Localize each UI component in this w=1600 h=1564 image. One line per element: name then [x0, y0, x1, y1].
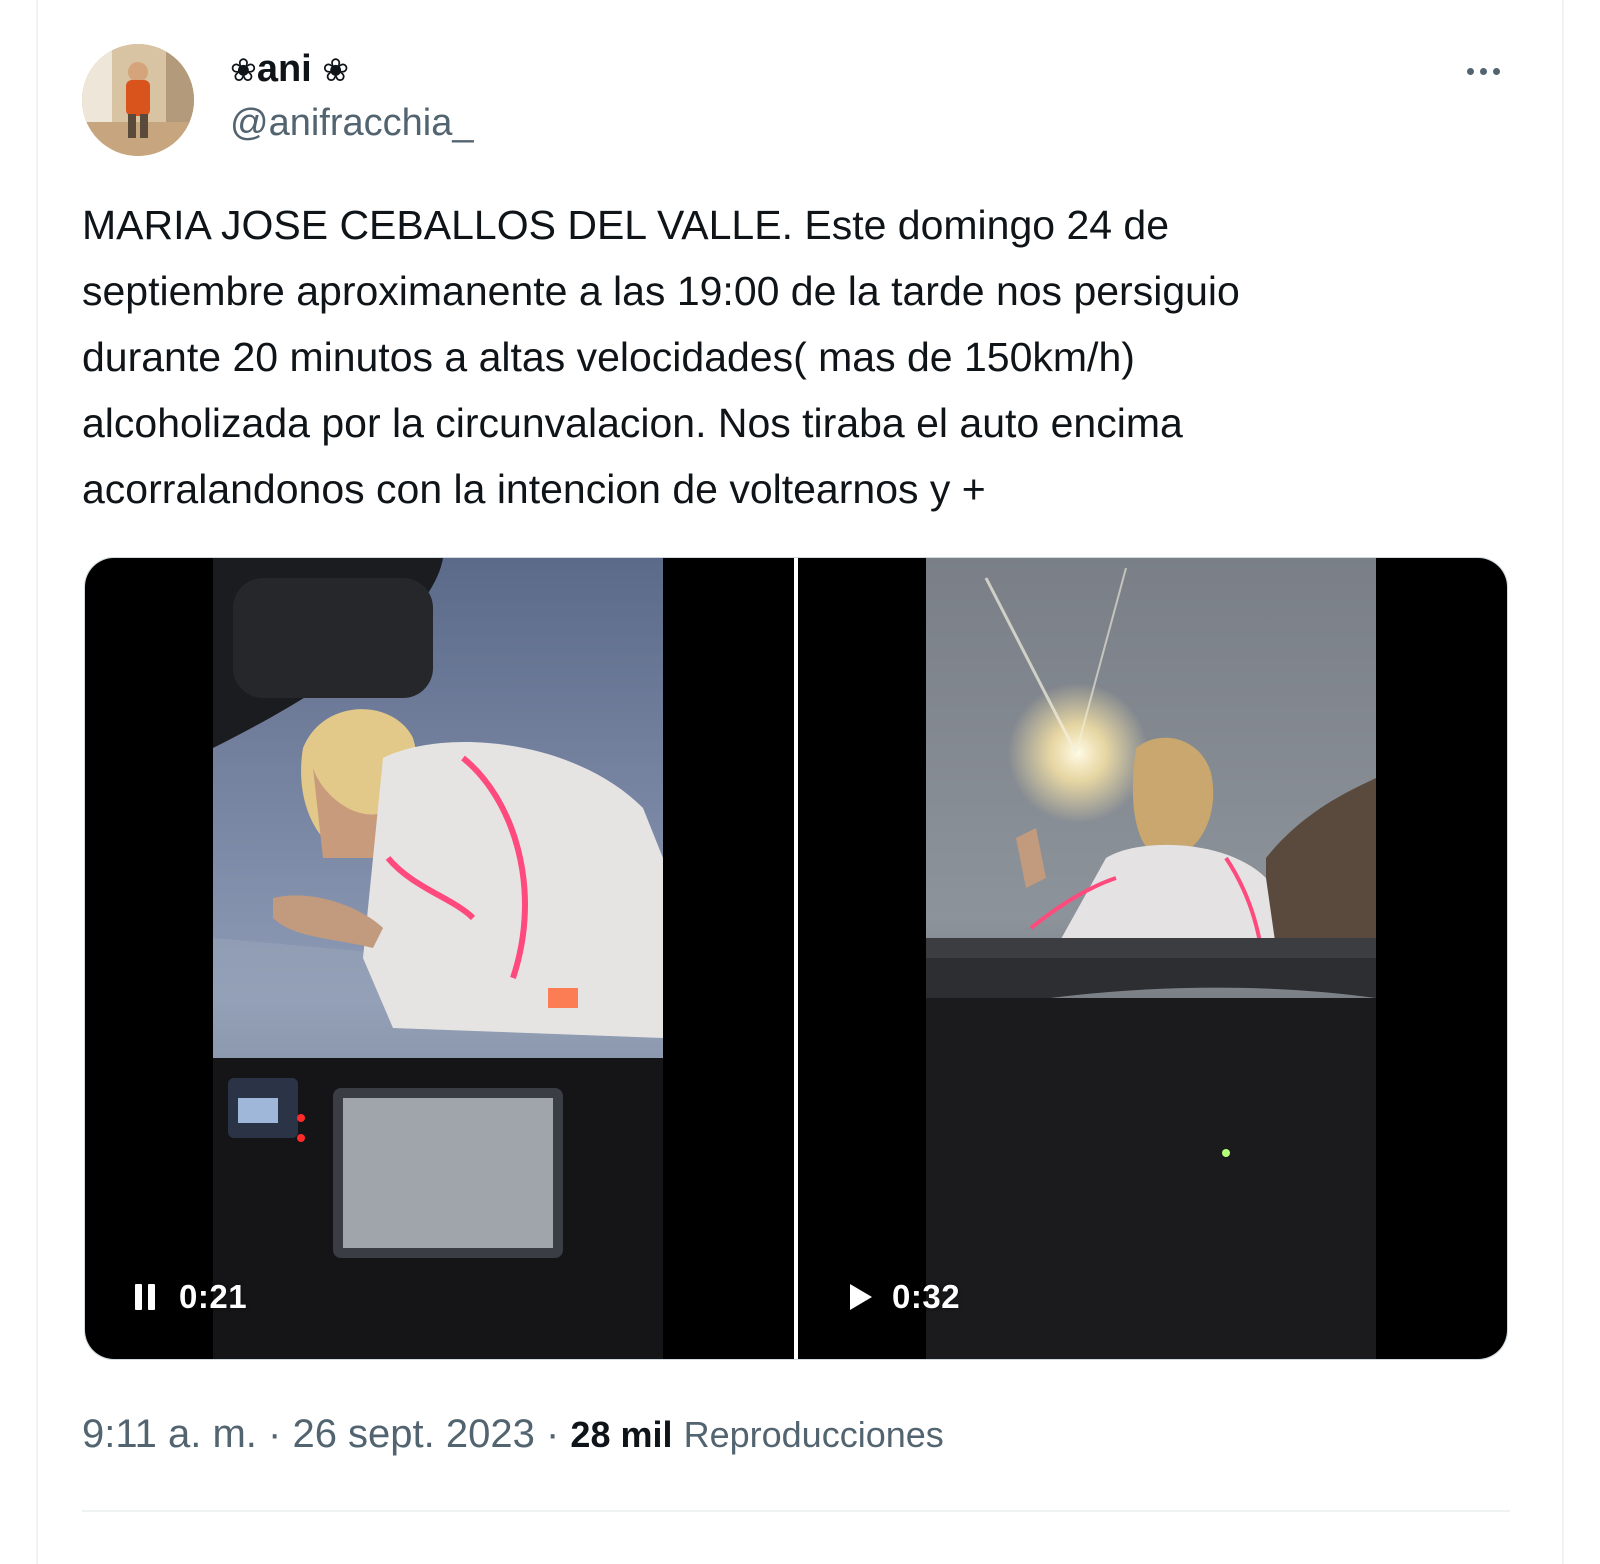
tweet-date: 26 sept. 2023 [292, 1412, 535, 1456]
tweet-text: MARIA JOSE CEBALLOS DEL VALLE. Este domi… [82, 202, 1240, 512]
tweet-metadata: 9:11 a. m. · 26 sept. 2023 · 28 mil Repr… [82, 1406, 944, 1463]
video-controls-1: 0:21 [125, 1270, 247, 1324]
video-controls-2: 0:32 [838, 1270, 960, 1324]
more-options-button[interactable] [1456, 50, 1510, 92]
divider [82, 1510, 1510, 1512]
views-count: 28 mil [570, 1414, 673, 1455]
video-thumbnail-1 [213, 558, 663, 1359]
media-grid: 0:21 0:32 [84, 557, 1508, 1360]
video-player-1[interactable]: 0:21 [85, 558, 794, 1359]
avatar[interactable] [82, 44, 194, 156]
video-thumbnail-2 [926, 558, 1376, 1359]
tweet-time: 9:11 a. m. [82, 1412, 257, 1456]
video-player-2[interactable]: 0:32 [798, 558, 1507, 1359]
meta-separator: · [534, 1412, 571, 1456]
video-duration: 0:32 [892, 1278, 961, 1315]
more-dot [1492, 67, 1500, 75]
display-name-text: ani [256, 48, 312, 90]
right-border [1562, 0, 1564, 1564]
display-name[interactable]: ❀ani ❀ [230, 46, 349, 93]
flower-icon: ❀ [322, 52, 350, 88]
pause-icon[interactable] [125, 1277, 165, 1317]
more-dot [1479, 67, 1487, 75]
more-horizontal-icon [1466, 67, 1474, 75]
tweet-timestamp-link[interactable]: 9:11 a. m. · 26 sept. 2023 [82, 1412, 535, 1456]
play-icon[interactable] [838, 1277, 878, 1317]
video-duration: 0:21 [179, 1278, 248, 1315]
views-label: Reproducciones [683, 1414, 944, 1455]
meta-separator: · [256, 1412, 293, 1456]
user-handle[interactable]: @anifracchia_ [230, 100, 473, 146]
left-border [36, 0, 38, 1564]
flower-icon: ❀ [230, 52, 257, 88]
